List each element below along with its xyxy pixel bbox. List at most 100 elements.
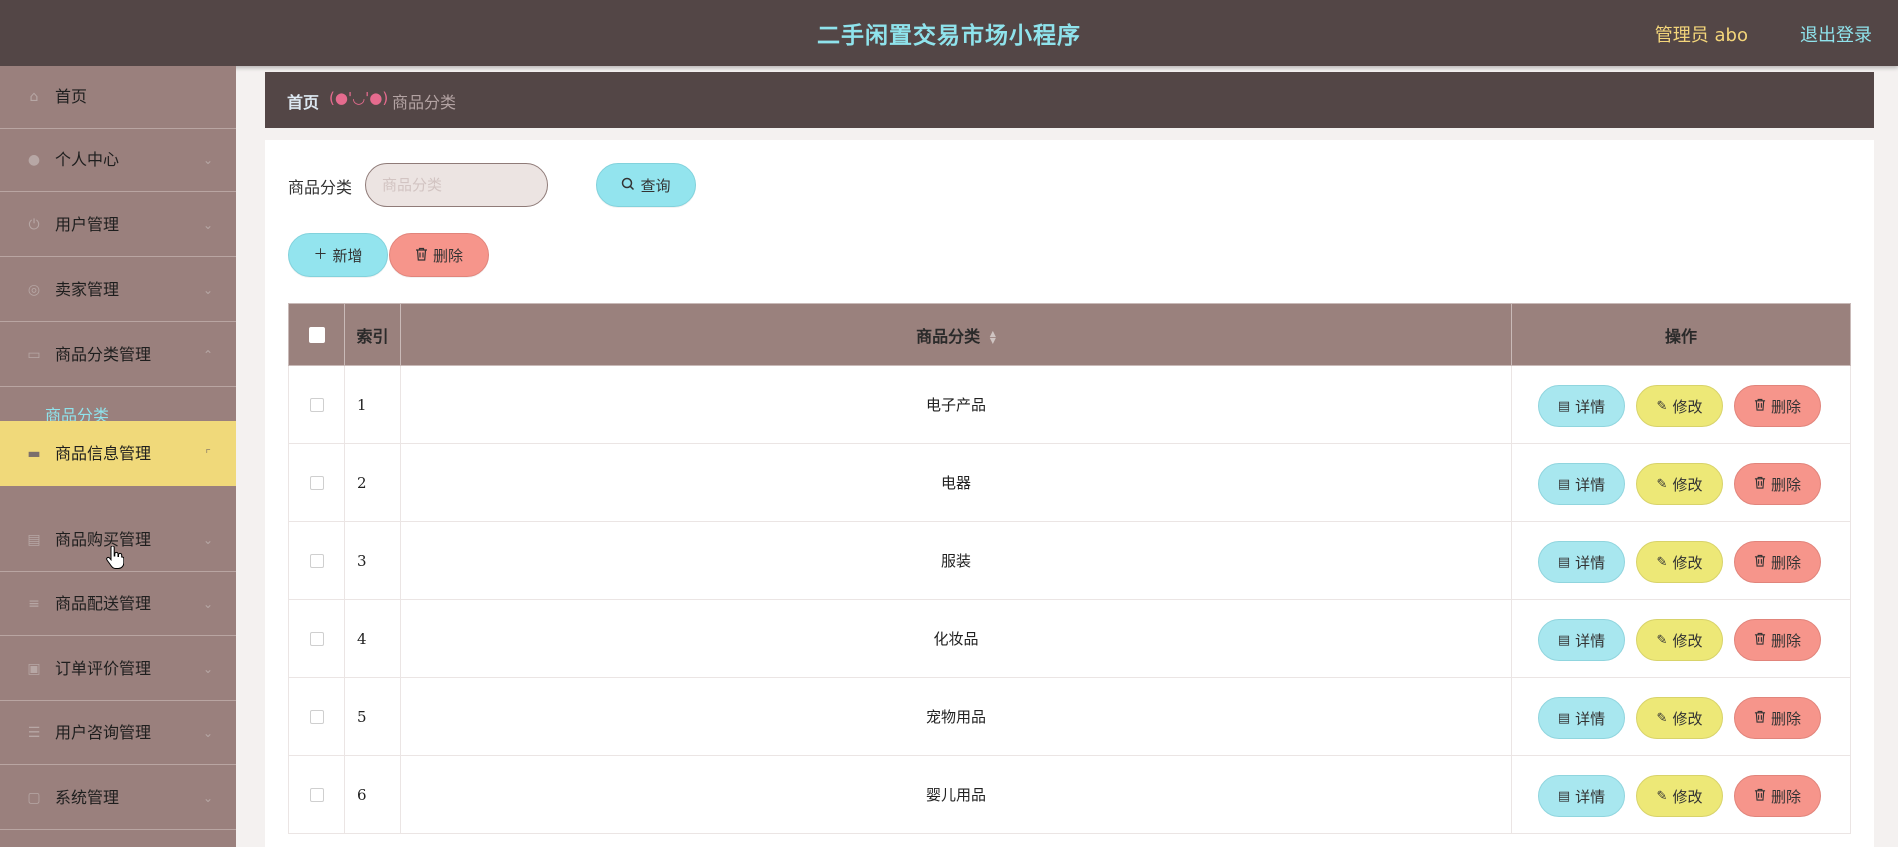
- pencil-icon: ✎: [1656, 398, 1668, 414]
- search-icon: [621, 177, 635, 194]
- detail-button[interactable]: ▤ 详情: [1538, 541, 1625, 583]
- detail-button[interactable]: ▤ 详情: [1538, 775, 1625, 817]
- row-ops-cell: ▤ 详情 ✎ 修改 删除: [1511, 599, 1851, 678]
- sidebar-item-delivery[interactable]: ≡ 商品配送管理 ⌄: [0, 573, 236, 636]
- edit-button[interactable]: ✎ 修改: [1636, 619, 1723, 661]
- header-category[interactable]: 商品分类 ▲ ▼: [400, 303, 1512, 366]
- row-checkbox[interactable]: [309, 631, 324, 646]
- delete-button-label: 删除: [1770, 709, 1801, 728]
- sidebar-item-consulting[interactable]: ☰ 用户咨询管理 ⌄: [0, 702, 236, 765]
- table-header-row: 索引 商品分类 ▲ ▼ 操作: [288, 303, 1851, 366]
- add-button[interactable]: ＋ 新增: [288, 233, 388, 277]
- home-icon: ⌂: [29, 89, 39, 105]
- row-ops-cell: ▤ 详情 ✎ 修改 删除: [1511, 365, 1851, 444]
- sidebar-item-product-info[interactable]: ▬ 商品信息管理 ⌜: [0, 421, 236, 486]
- sort-icon[interactable]: ▲ ▼: [990, 330, 996, 345]
- trash-icon: [1754, 476, 1766, 493]
- sidebar-item-label: 首页: [55, 87, 88, 106]
- sidebar-item-profile[interactable]: ● 个人中心 ⌄: [0, 129, 236, 192]
- chevron-down-icon: ⌄: [202, 791, 214, 805]
- delete-button[interactable]: 删除: [1734, 463, 1821, 505]
- edit-button[interactable]: ✎ 修改: [1636, 541, 1723, 583]
- pencil-icon: ✎: [1656, 554, 1668, 570]
- bank-icon: ▭: [27, 347, 41, 363]
- trash-icon: [1754, 398, 1766, 415]
- delete-button-label: 删除: [1770, 787, 1801, 806]
- edit-button-label: 修改: [1672, 631, 1703, 650]
- detail-button[interactable]: ▤ 详情: [1538, 619, 1625, 661]
- row-checkbox[interactable]: [309, 787, 324, 802]
- search-button[interactable]: 查询: [596, 163, 696, 207]
- sidebar-item-label: 用户管理: [55, 215, 120, 234]
- breadcrumb-separator: (●'◡'●): [329, 89, 389, 107]
- table-row: 4 化妆品 ▤ 详情 ✎ 修改 删除: [288, 599, 1851, 678]
- row-ops-cell: ▤ 详情 ✎ 修改 删除: [1511, 443, 1851, 522]
- row-index: 3: [344, 521, 401, 600]
- delete-button[interactable]: 删除: [1734, 541, 1821, 583]
- row-select-cell: [288, 443, 345, 522]
- sidebar-item-reviews[interactable]: ▣ 订单评价管理 ⌄: [0, 638, 236, 701]
- row-select-cell: [288, 755, 345, 834]
- search-label: 商品分类: [288, 178, 353, 197]
- pencil-icon: ✎: [1656, 788, 1668, 804]
- detail-button[interactable]: ▤ 详情: [1538, 697, 1625, 739]
- sidebar-item-sellers[interactable]: ◎ 卖家管理 ⌄: [0, 259, 236, 322]
- add-button-label: 新增: [332, 246, 363, 265]
- row-index: 1: [344, 365, 401, 444]
- edit-button[interactable]: ✎ 修改: [1636, 775, 1723, 817]
- delete-button[interactable]: 删除: [1734, 385, 1821, 427]
- detail-button[interactable]: ▤ 详情: [1538, 463, 1625, 505]
- sidebar-item-system[interactable]: ▢ 系统管理 ⌄: [0, 767, 236, 830]
- app-title: 二手闲置交易市场小程序: [817, 23, 1081, 49]
- row-select-cell: [288, 599, 345, 678]
- category-search-input[interactable]: [365, 163, 548, 207]
- edit-button[interactable]: ✎ 修改: [1636, 385, 1723, 427]
- globe-icon: ◎: [27, 282, 41, 298]
- table-row: 3 服装 ▤ 详情 ✎ 修改 删除: [288, 521, 1851, 600]
- detail-button-label: 详情: [1575, 397, 1606, 416]
- logout-link[interactable]: 退出登录: [1800, 21, 1872, 47]
- chevron-up-icon: ⌜: [205, 446, 211, 461]
- row-ops-cell: ▤ 详情 ✎ 修改 删除: [1511, 677, 1851, 756]
- row-category: 服装: [400, 521, 1512, 600]
- chevron-up-icon: ⌃: [202, 348, 214, 362]
- delete-button-label: 删除: [1770, 553, 1801, 572]
- breadcrumb-current: 商品分类: [392, 93, 457, 112]
- row-ops-cell: ▤ 详情 ✎ 修改 删除: [1511, 521, 1851, 600]
- detail-button-label: 详情: [1575, 631, 1606, 650]
- edit-button[interactable]: ✎ 修改: [1636, 697, 1723, 739]
- edit-button-label: 修改: [1672, 397, 1703, 416]
- row-checkbox[interactable]: [309, 553, 324, 568]
- row-select-cell: [288, 677, 345, 756]
- batch-delete-button[interactable]: 删除: [389, 233, 489, 277]
- header-category-label: 商品分类: [916, 326, 981, 346]
- sidebar-item-home[interactable]: ⌂ 首页: [0, 66, 236, 129]
- chevron-down-icon: ⌄: [202, 283, 214, 297]
- breadcrumb: 首页 (●'◡'●) 商品分类: [265, 72, 1874, 128]
- chevron-down-icon: ⌄: [202, 726, 214, 740]
- delete-button[interactable]: 删除: [1734, 775, 1821, 817]
- header-ops: 操作: [1511, 303, 1851, 366]
- trash-icon: [1754, 632, 1766, 649]
- monitor-icon: ▬: [27, 445, 41, 462]
- table-row: 5 宠物用品 ▤ 详情 ✎ 修改 删除: [288, 677, 1851, 756]
- sidebar-item-category-mgmt[interactable]: ▭ 商品分类管理 ⌃: [0, 324, 236, 387]
- row-checkbox[interactable]: [309, 709, 324, 724]
- edit-button[interactable]: ✎ 修改: [1636, 463, 1723, 505]
- list-icon: ☰: [27, 725, 41, 741]
- row-category: 宠物用品: [400, 677, 1512, 756]
- cart-icon: ▤: [27, 532, 41, 548]
- sidebar-item-label: 商品信息管理: [55, 443, 152, 463]
- delete-button[interactable]: 删除: [1734, 697, 1821, 739]
- document-icon: ▤: [1557, 788, 1571, 804]
- row-checkbox[interactable]: [309, 475, 324, 490]
- chevron-down-icon: ⌄: [202, 533, 214, 547]
- select-all-checkbox[interactable]: [308, 326, 325, 343]
- row-checkbox[interactable]: [309, 397, 324, 412]
- power-icon: ⏻: [28, 217, 40, 233]
- sidebar-item-label: 商品配送管理: [55, 594, 152, 613]
- sidebar-item-users[interactable]: ⏻ 用户管理 ⌄: [0, 194, 236, 257]
- delete-button[interactable]: 删除: [1734, 619, 1821, 661]
- breadcrumb-home[interactable]: 首页: [287, 89, 319, 113]
- detail-button[interactable]: ▤ 详情: [1538, 385, 1625, 427]
